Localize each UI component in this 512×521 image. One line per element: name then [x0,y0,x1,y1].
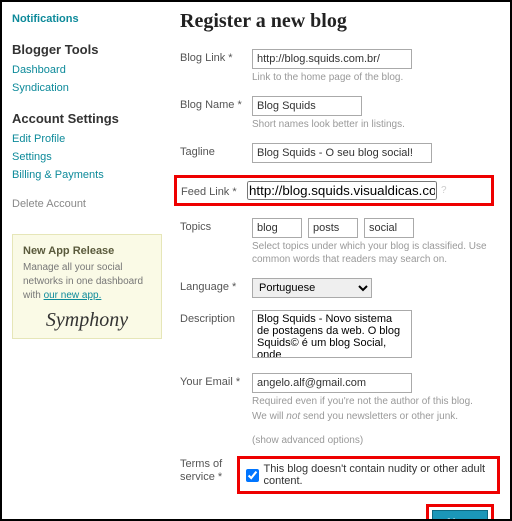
label-description: Description [180,310,252,325]
tos-text: This blog doesn't contain nudity or othe… [263,463,491,487]
input-blog-name[interactable] [252,96,362,116]
highlight-tos: This blog doesn't contain nudity or othe… [237,456,500,494]
next-button[interactable]: Next [432,510,488,521]
promo-link[interactable]: our new app. [44,290,102,301]
nav-head-account: Account Settings [12,111,162,126]
label-feed-link: Feed Link * [181,183,247,198]
hint-blog-link: Link to the home page of the blog. [252,71,500,84]
nav-dashboard[interactable]: Dashboard [12,61,162,79]
promo-text: Manage all your social networks in one d… [23,261,151,303]
label-tagline: Tagline [180,143,252,158]
hint-blog-name: Short names look better in listings. [252,118,500,131]
nav-delete-account[interactable]: Delete Account [12,198,162,210]
page-title: Register a new blog [180,10,500,33]
nav-syndication[interactable]: Syndication [12,79,162,97]
promo-box: New App Release Manage all your social n… [12,234,162,339]
input-blog-link[interactable] [252,49,412,69]
select-language[interactable]: Portuguese [252,278,372,298]
textarea-description[interactable]: Blog Squids - Novo sistema de postagens … [252,310,412,358]
promo-title: New App Release [23,245,151,257]
hint-email-1: Required even if you're not the author o… [252,395,500,408]
label-blog-name: Blog Name * [180,96,252,111]
input-topic-2[interactable] [308,218,358,238]
label-email: Your Email * [180,373,252,388]
checkbox-tos[interactable] [246,469,259,482]
nav-settings[interactable]: Settings [12,148,162,166]
label-language: Language * [180,278,252,293]
nav-head-tools: Blogger Tools [12,42,162,57]
nav-edit-profile[interactable]: Edit Profile [12,130,162,148]
highlight-next: Next [426,504,494,521]
help-icon[interactable]: ? [441,185,447,196]
label-blog-link: Blog Link * [180,49,252,64]
label-tos: Terms of service * [180,456,237,484]
input-tagline[interactable] [252,143,432,163]
highlight-feed-link: Feed Link * ? [174,175,494,206]
label-topics: Topics [180,218,252,233]
input-feed-link[interactable] [247,181,437,200]
hint-topics: Select topics under which your blog is c… [252,240,500,266]
input-topic-1[interactable] [252,218,302,238]
nav-billing[interactable]: Billing & Payments [12,166,162,184]
hint-email-2: We will not send you newsletters or othe… [252,410,500,423]
input-topic-3[interactable] [364,218,414,238]
link-advanced-options[interactable]: (show advanced options) [252,435,500,446]
nav-notifications[interactable]: Notifications [12,10,162,28]
input-email[interactable] [252,373,412,393]
promo-signature: Symphony [23,309,151,332]
